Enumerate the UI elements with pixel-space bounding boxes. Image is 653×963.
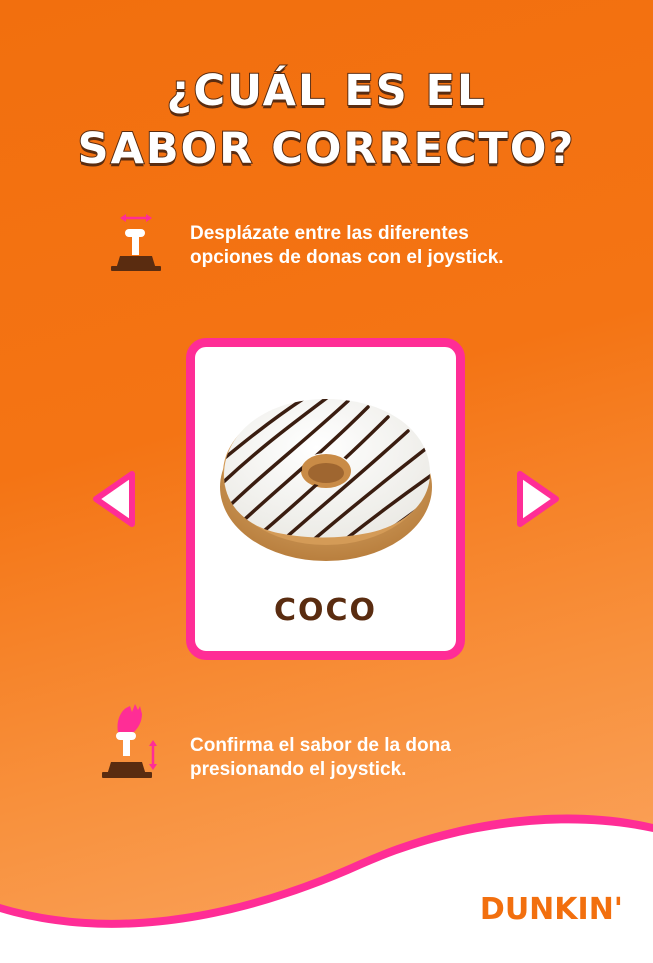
navigate-instruction-line-1: Desplázate entre las diferentes — [190, 223, 469, 244]
dunkin-logo: DUNKIN' — [479, 892, 623, 927]
confirm-instruction-line-1: Confirma el sabor de la dona — [190, 735, 451, 756]
title-line-1: ¿CUÁL ES EL — [166, 65, 487, 117]
title-line-2: SABOR CORRECTO? — [77, 123, 576, 175]
flavor-card[interactable]: COCO — [186, 338, 465, 660]
donut-image — [220, 399, 432, 561]
joystick-left-right-icon — [111, 214, 161, 271]
page-title: ¿CUÁL ES EL SABOR CORRECTO? — [0, 62, 653, 178]
confirm-instruction-line-2: presionando el joystick. — [190, 759, 407, 780]
next-flavor-button[interactable] — [512, 468, 562, 530]
navigate-instruction-line-2: opciones de donas con el joystick. — [190, 247, 504, 268]
previous-flavor-button[interactable] — [90, 468, 140, 530]
bottom-wave — [0, 814, 653, 963]
triangle-right-icon — [517, 471, 559, 527]
navigate-instruction: Desplázate entre las diferentes opciones… — [190, 222, 504, 270]
flavor-label: COCO — [273, 593, 378, 628]
triangle-left-icon — [93, 471, 135, 527]
joystick-press-icon — [102, 704, 157, 778]
confirm-instruction: Confirma el sabor de la dona presionando… — [190, 734, 451, 782]
